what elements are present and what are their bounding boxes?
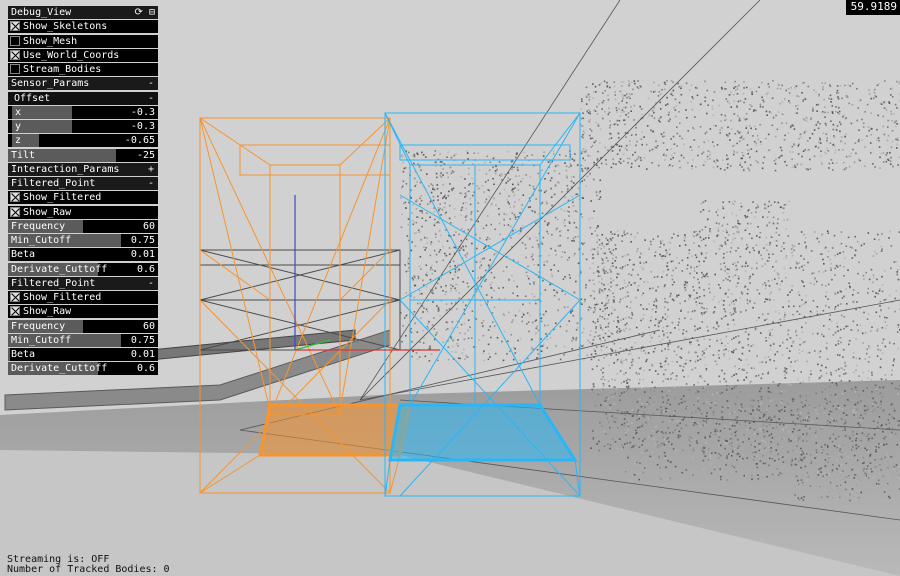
tilt-slider[interactable]: Tilt -25 [8,148,158,162]
collapse-toggle[interactable]: - [148,77,154,90]
slider-beta[interactable]: Beta 0.01 [8,248,158,262]
slider-frequency[interactable]: Frequency 60 [8,319,158,333]
filtered-point-header[interactable]: Filtered_Point - [8,276,158,290]
checkbox[interactable] [10,64,20,74]
slider-y[interactable]: y -0.3 [8,120,158,133]
slider-frequency[interactable]: Frequency 60 [8,219,158,233]
slider-label: x [15,106,22,118]
slider-value: -0.65 [124,135,155,147]
toggle-show-filtered[interactable]: Show_Filtered [8,191,158,205]
slider-value: 0.75 [130,334,155,346]
slider-label: Derivate_Cuttoff [11,263,108,275]
toggle-label: Show_Raw [23,306,72,318]
filtered-point-title: Filtered_Point [11,178,96,189]
toggle-stream-bodies[interactable]: Stream_Bodies [8,63,158,76]
toggle-show-raw[interactable]: Show_Raw [8,205,158,219]
slider-derivate-cuttoff[interactable]: Derivate_Cuttoff 0.6 [8,262,158,276]
checkbox[interactable] [10,49,20,60]
slider-value: 0.6 [136,263,155,275]
slider-beta[interactable]: Beta 0.01 [8,348,158,361]
status-area: Streaming is: OFF Number of Tracked Bodi… [7,555,170,575]
filtered-point-header[interactable]: Filtered_Point - [8,177,158,190]
toggle-label: Show_Filtered [23,292,102,303]
toggle-use-world-coords[interactable]: Use_World_Coords [8,48,158,62]
debug-panel[interactable]: Debug_View ⟳ ⊟ Show_Skeletons Show_Mesh Us… [8,6,158,377]
slider-value: 0.6 [136,363,155,375]
toggle-label: Use_World_Coords [23,49,120,61]
debug-view-header[interactable]: Debug_View ⟳ ⊟ [8,6,158,19]
slider-derivate-cuttoff[interactable]: Derivate_Cuttoff 0.6 [8,362,158,376]
slider-value: 60 [142,320,155,332]
slider-label: Frequency [11,220,66,232]
slider-min-cutoff[interactable]: Min_Cutoff 0.75 [8,333,158,347]
tracked-bodies-count: Number of Tracked Bodies: 0 [7,564,170,575]
debug-view-title: Debug_View [11,7,72,18]
slider-value: 0.75 [130,235,155,246]
slider-x[interactable]: x -0.3 [8,105,158,119]
checkbox[interactable] [10,21,20,32]
filtered-point-title: Filtered_Point [11,277,96,289]
interaction-params-header[interactable]: Interaction_Params + [8,162,158,176]
slider-label: Beta [11,249,36,261]
slider-value: 60 [142,220,155,232]
checkbox[interactable] [10,192,20,203]
toggle-show-mesh[interactable]: Show_Mesh [8,34,158,48]
sensor-params-title: Sensor_Params [11,78,90,90]
slider-label: Derivate_Cuttoff [11,363,108,375]
slider-label: Beta [11,349,36,360]
sensor-params-header[interactable]: Sensor_Params - [8,77,158,91]
slider-value: -0.3 [130,106,155,118]
checkbox[interactable] [10,206,20,217]
minimize-icon[interactable]: ⊟ [149,7,155,18]
toggle-label: Stream_Bodies [23,64,102,75]
toggle-label: Show_Filtered [23,192,102,204]
interaction-params-title: Interaction_Params [11,163,120,175]
slider-label: Tilt [11,149,36,161]
toggle-show-skeletons[interactable]: Show_Skeletons [8,20,158,34]
slider-value: 0.01 [130,249,155,261]
checkbox[interactable] [10,306,20,317]
slider-label: Min_Cutoff [11,235,72,246]
toggle-show-raw[interactable]: Show_Raw [8,305,158,319]
slider-label: Frequency [11,320,66,332]
slider-z[interactable]: z -0.65 [8,134,158,148]
slider-label: z [15,135,22,147]
refresh-icon[interactable]: ⟳ [135,7,143,18]
slider-label: Min_Cutoff [11,334,72,346]
collapse-toggle[interactable]: - [148,277,154,290]
toggle-label: Show_Skeletons [23,21,108,33]
slider-min-cutoff[interactable]: Min_Cutoff 0.75 [8,234,158,247]
checkbox[interactable] [10,35,20,46]
offset-title: Offset [14,92,51,104]
slider-fill [8,248,10,262]
checkbox[interactable] [10,292,20,302]
toggle-label: Show_Mesh [23,35,78,47]
collapse-toggle[interactable]: - [148,92,154,105]
slider-value: 0.01 [130,349,155,360]
offset-header[interactable]: Offset - [8,91,158,105]
fps-counter: 59.9189 [845,0,900,15]
collapse-toggle[interactable]: - [148,177,154,190]
slider-fill [8,348,10,361]
expand-toggle[interactable]: + [148,163,154,176]
slider-value: -0.3 [130,121,155,132]
slider-label: y [15,121,22,132]
slider-value: -25 [136,149,155,161]
toggle-show-filtered[interactable]: Show_Filtered [8,291,158,304]
toggle-label: Show_Raw [23,206,72,218]
